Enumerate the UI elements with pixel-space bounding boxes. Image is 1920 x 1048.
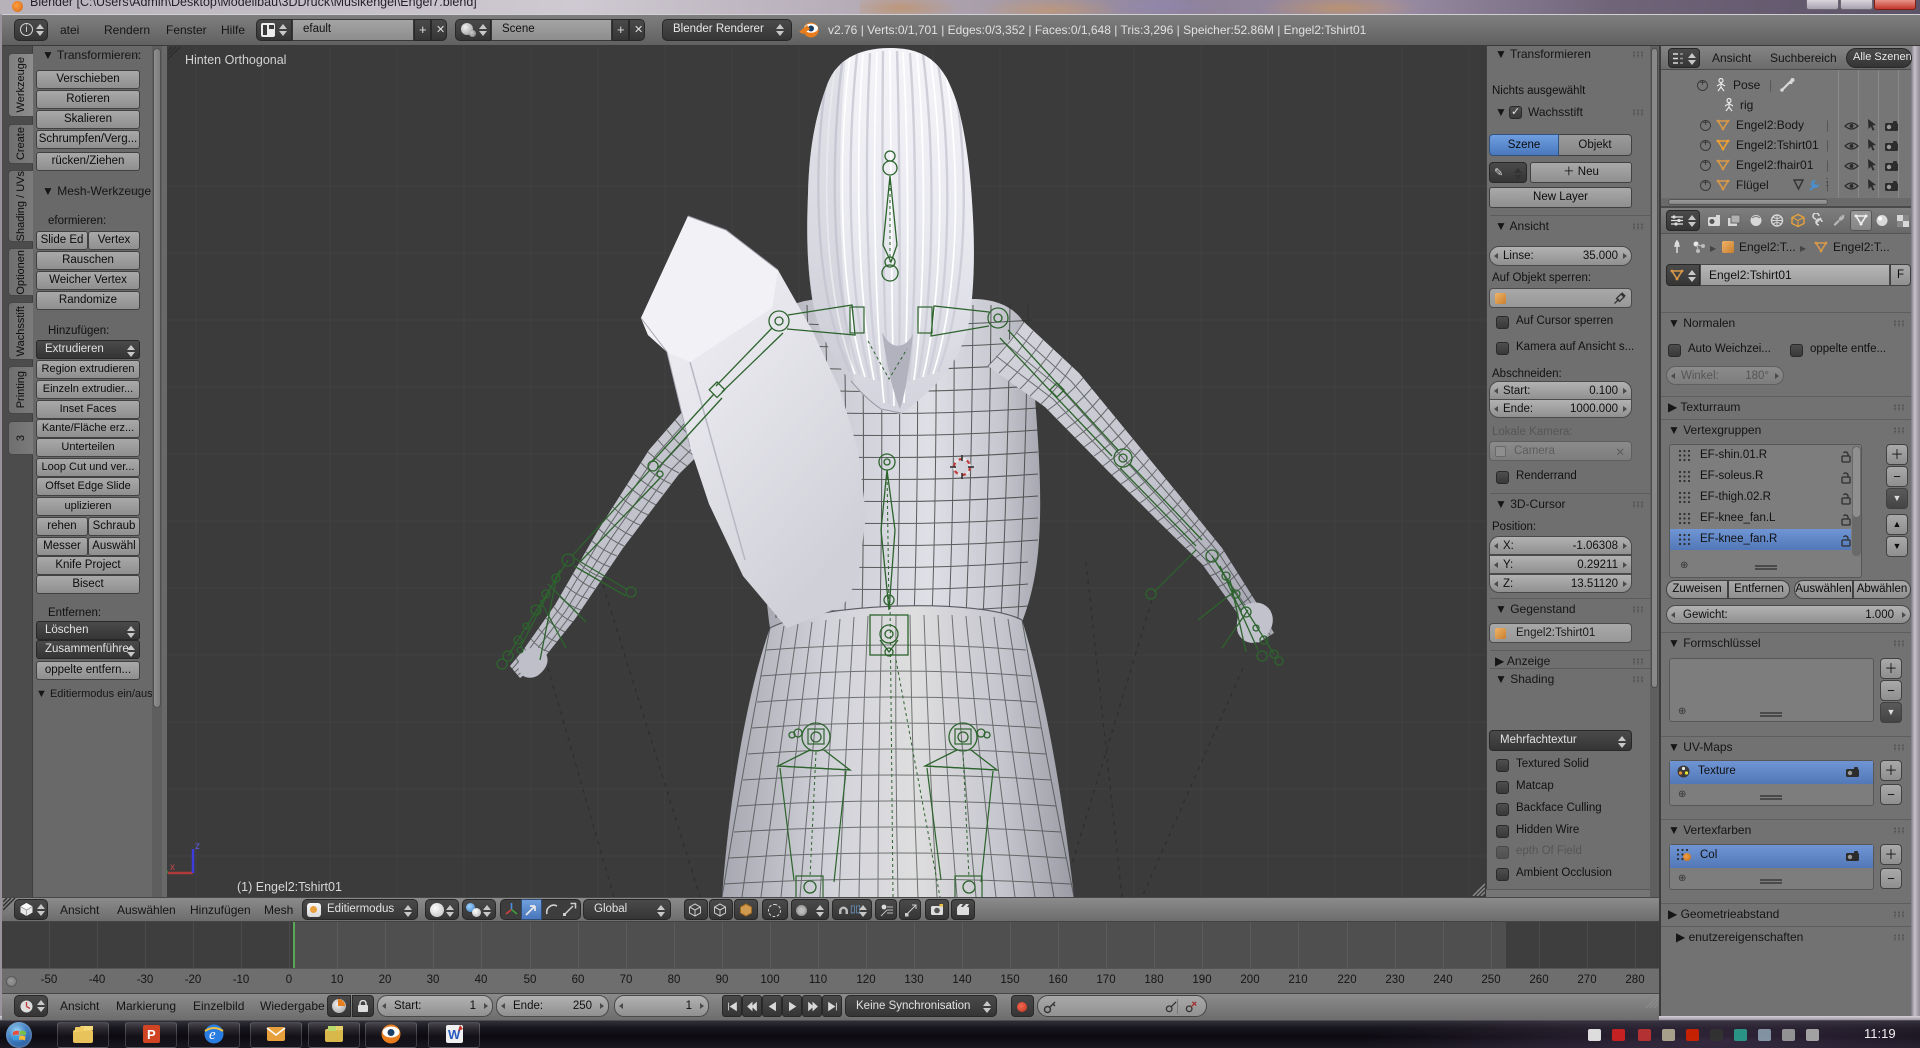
svg-text:Hinten Orthogonal: Hinten Orthogonal [185,53,286,67]
svg-text:(1) Engel2:Tshirt01: (1) Engel2:Tshirt01 [237,880,342,894]
svg-text:P: P [147,1027,156,1042]
svg-text:x: x [170,862,175,873]
svg-text:z: z [195,841,200,852]
